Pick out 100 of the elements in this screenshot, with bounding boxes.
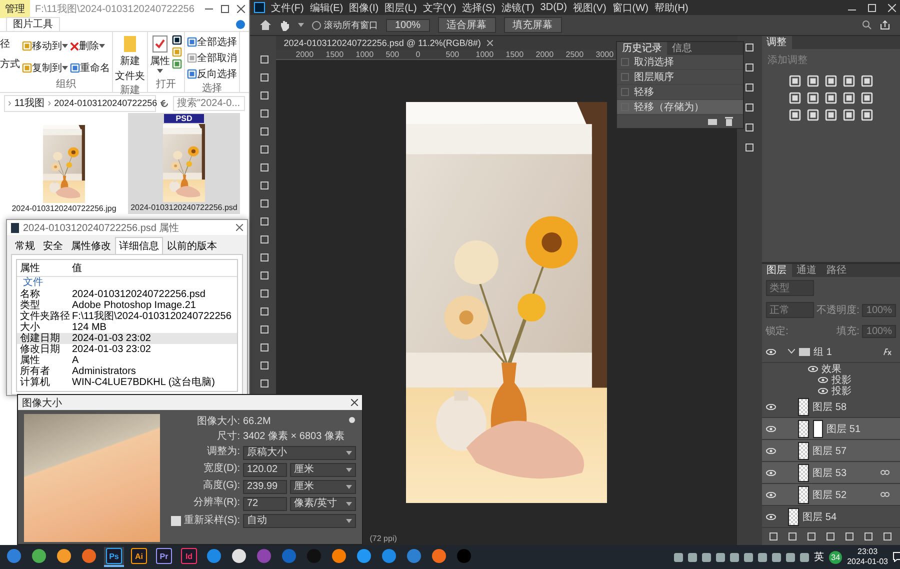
taskbar-app[interactable]: Id	[179, 547, 199, 567]
property-row[interactable]: 类型 Adobe Photoshop Image.21	[17, 300, 237, 311]
layer-row[interactable]: 图层 51	[762, 418, 900, 440]
search-icon[interactable]	[862, 20, 872, 30]
ribbon-button[interactable]: 反向选择	[187, 67, 237, 81]
ribbon-button[interactable]: 删除	[70, 39, 110, 53]
context-tab[interactable]: 管理	[0, 0, 30, 18]
eye-icon[interactable]	[766, 348, 776, 354]
property-row[interactable]: 名称 2024-0103120240722256.psd	[17, 289, 237, 300]
panel-tab[interactable]: 图层	[762, 264, 792, 277]
close-icon[interactable]	[237, 4, 245, 12]
dialog-tab[interactable]: 安全	[39, 237, 67, 254]
chevron-icon[interactable]	[788, 349, 795, 354]
property-row[interactable]: 创建日期 2024-01-03 23:02	[17, 333, 237, 344]
file-item[interactable]: PSD 2024-0103120240722256.psd	[128, 113, 240, 214]
eye-icon[interactable]	[808, 366, 818, 372]
unit-select[interactable]: 厘米	[290, 463, 356, 477]
dialog-tab[interactable]: 以前的版本	[163, 237, 221, 254]
eye-icon[interactable]	[766, 448, 776, 454]
close-icon[interactable]	[236, 224, 243, 231]
option-button[interactable]: 100%	[386, 18, 430, 32]
ribbon-button[interactable]: 全部取消	[187, 51, 237, 65]
unit-select[interactable]: 像素/英寸	[290, 497, 356, 511]
search-field[interactable]: 搜索"2024-0...	[173, 96, 245, 110]
eye-icon[interactable]	[766, 492, 776, 498]
input-method-indicator[interactable]: 英	[814, 550, 824, 564]
property-row[interactable]: 修改日期 2024-01-03 23:02	[17, 344, 237, 355]
menu-item[interactable]: 滤镜(T)	[502, 0, 534, 14]
menu-item[interactable]: 视图(V)	[572, 0, 606, 14]
dialog-tab[interactable]: 常规	[11, 237, 39, 254]
ribbon-tab[interactable]: 图片工具	[6, 17, 60, 31]
history-item[interactable]: 轻移（存储为）	[616, 100, 743, 115]
taskbar-app[interactable]: Ps	[104, 547, 124, 567]
layer-row[interactable]: 图层 54	[762, 506, 900, 528]
ruler-label: 1000	[476, 50, 495, 59]
menu-item[interactable]: 文件(F)	[271, 0, 304, 14]
ribbon-button[interactable]: 复制到	[22, 61, 68, 75]
menu-item[interactable]: 帮助(H)	[654, 0, 688, 14]
value-field[interactable]: 120.02	[243, 463, 287, 477]
option-button[interactable]: 适合屏幕	[438, 17, 496, 33]
share-icon[interactable]	[880, 20, 890, 30]
value-field[interactable]: 239.99	[243, 480, 287, 494]
ribbon-button[interactable]: 重命名	[70, 61, 110, 75]
menu-item[interactable]: 选择(S)	[462, 0, 496, 14]
ribbon-button[interactable]: 新建 文件夹	[115, 35, 145, 83]
taskbar-app[interactable]: Ai	[129, 547, 149, 567]
value-field[interactable]: 72	[243, 497, 287, 511]
caret-icon	[298, 23, 304, 27]
menu-item[interactable]: 窗口(W)	[612, 0, 648, 14]
menu-item[interactable]: 图层(L)	[384, 0, 417, 14]
eye-icon[interactable]	[766, 470, 776, 476]
property-row[interactable]: 计算机 WIN-C4LUE7BDKHL (这台电脑)	[17, 377, 237, 388]
hand-icon[interactable]	[279, 20, 290, 30]
resample-select[interactable]: 自动	[243, 514, 356, 528]
property-row[interactable]: 属性 A	[17, 355, 237, 366]
option-button[interactable]: 填充屏幕	[504, 17, 562, 33]
home-icon[interactable]	[260, 20, 271, 30]
close-icon[interactable]	[351, 399, 358, 406]
maximize-icon[interactable]	[221, 4, 229, 12]
panel-tab[interactable]: 路径	[822, 264, 852, 277]
dialog-tab[interactable]: 属性修改	[67, 237, 115, 254]
refresh-icon[interactable]	[160, 98, 169, 108]
panel-tab[interactable]: 通道	[792, 264, 822, 277]
resample-checkbox[interactable]	[170, 516, 181, 526]
history-item[interactable]: 图层顺序	[616, 70, 743, 85]
menu-item[interactable]: 3D(D)	[540, 2, 567, 13]
eye-icon[interactable]	[766, 514, 776, 520]
close-icon[interactable]	[486, 40, 493, 46]
property-row[interactable]: 所有者 Administrators	[17, 366, 237, 377]
clock[interactable]: 23:03 2024-01-03	[847, 547, 888, 567]
ribbon-button[interactable]: 属性	[150, 35, 170, 77]
layer-row[interactable]: 图层 57	[762, 440, 900, 462]
panel-tab[interactable]: 信息	[666, 42, 697, 55]
layer-name: 图层 51	[826, 422, 861, 436]
eye-icon[interactable]	[818, 388, 828, 394]
menu-item[interactable]: 文字(Y)	[422, 0, 456, 14]
marquee-tool-icon[interactable]	[259, 72, 270, 83]
dimensions-value: 3402 像素 × 6803 像素	[243, 431, 346, 443]
ribbon-button[interactable]: 全部选择	[187, 35, 237, 49]
cross-icon	[70, 42, 79, 50]
dialog-tab[interactable]: 详细信息	[115, 237, 163, 254]
unit-select[interactable]: 厘米	[290, 480, 356, 494]
layer-row[interactable]: 图层 53	[762, 462, 900, 484]
ribbon-button[interactable]: 移动到	[22, 39, 68, 53]
eye-icon[interactable]	[818, 376, 828, 382]
eye-icon[interactable]	[766, 426, 776, 432]
panel-title[interactable]: 调整	[762, 36, 792, 49]
file-item[interactable]: 2024-0103120240722256.jpg	[8, 113, 120, 214]
fit-select[interactable]: 原稿大小	[243, 446, 356, 460]
menu-item[interactable]: 编辑(E)	[310, 0, 344, 14]
taskbar-app[interactable]: Pr	[154, 547, 174, 567]
layer-row[interactable]: 图层 52	[762, 484, 900, 506]
history-item[interactable]: 取消选择	[616, 55, 743, 70]
scroll-all-checkbox[interactable]	[312, 20, 321, 30]
property-row[interactable]: 文件夹路径 F:\11我图\2024-0103120240722256	[17, 311, 237, 322]
eye-icon[interactable]	[766, 404, 776, 410]
panel-tab[interactable]: 历史记录	[616, 42, 667, 55]
menu-item[interactable]: 图像(I)	[349, 0, 379, 14]
dialog-title: 2024-0103120240722256.psd 属性	[23, 222, 180, 234]
property-row[interactable]: 大小 124 MB	[17, 322, 237, 333]
